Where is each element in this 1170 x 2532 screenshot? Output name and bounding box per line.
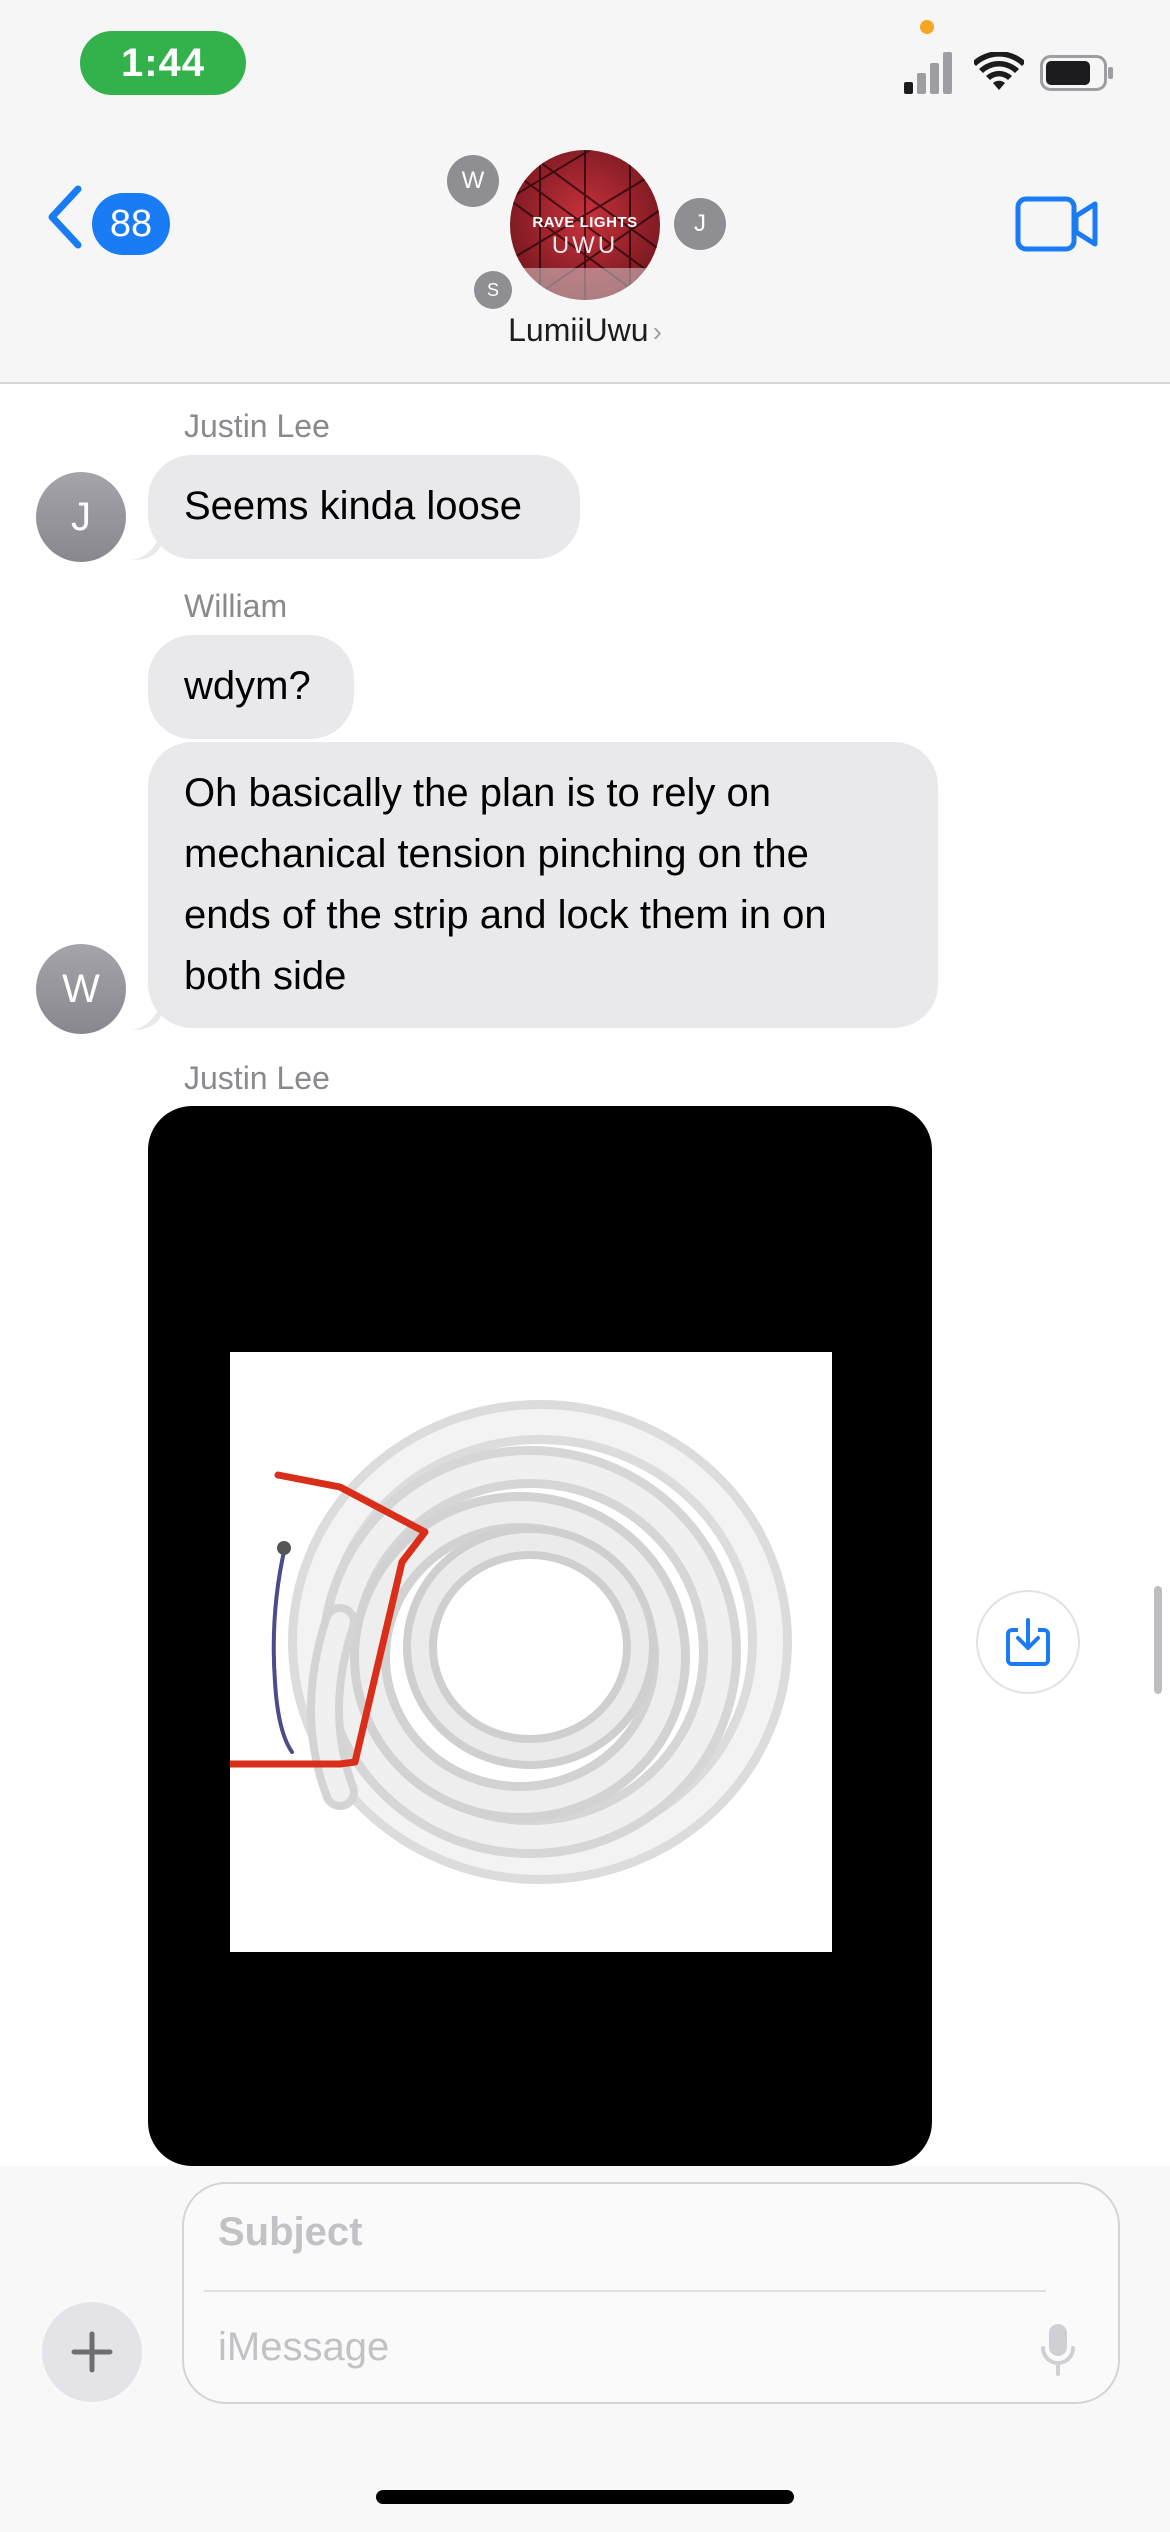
message-field[interactable]: iMessage <box>218 2325 389 2370</box>
attached-photo <box>216 1352 832 1952</box>
message-bubble[interactable]: wdym? <box>148 635 354 739</box>
message-bubble[interactable]: Oh basically the plan is to rely on mech… <box>148 742 938 1028</box>
wifi-icon <box>974 52 1024 90</box>
message-bubble[interactable]: Seems kinda loose <box>148 455 580 559</box>
group-name: LumiiUwu <box>508 312 649 348</box>
privacy-indicator-dot <box>920 20 934 34</box>
participant-avatar-j[interactable]: J <box>674 198 726 250</box>
plus-icon <box>71 2331 113 2373</box>
scrollbar-thumb[interactable] <box>1154 1586 1162 1694</box>
back-button[interactable] <box>44 185 84 249</box>
composer-divider <box>204 2290 1046 2292</box>
status-time[interactable]: 1:44 <box>80 31 246 95</box>
add-attachment-button[interactable] <box>42 2302 142 2402</box>
sender-name: Justin Lee <box>184 408 330 444</box>
sender-avatar[interactable]: W <box>36 944 126 1034</box>
home-indicator[interactable] <box>376 2490 794 2504</box>
group-avatar[interactable]: RAVE LIGHTS UWU <box>510 150 660 300</box>
participant-avatar-w[interactable]: W <box>447 155 499 207</box>
battery-icon <box>1040 55 1113 91</box>
subject-field[interactable]: Subject <box>218 2210 362 2255</box>
save-download-icon <box>1006 1618 1050 1666</box>
chevron-right-icon: › <box>652 316 662 347</box>
group-name-button[interactable]: LumiiUwu › <box>385 312 785 349</box>
chevron-left-icon <box>48 185 82 249</box>
participant-avatar-s[interactable]: S <box>474 271 512 309</box>
group-avatar-subtitle: UWU <box>551 232 619 259</box>
sender-name: William <box>184 588 288 624</box>
sender-avatar[interactable]: J <box>36 472 126 562</box>
microphone-icon[interactable] <box>1040 2322 1076 2378</box>
image-attachment[interactable] <box>148 1106 932 2166</box>
group-avatar-title: RAVE LIGHTS <box>532 214 638 231</box>
signal-icon <box>904 52 952 94</box>
save-image-button[interactable] <box>976 1590 1080 1694</box>
led-strip-coil-image <box>216 1400 792 1884</box>
sender-name: Justin Lee <box>184 1060 330 1096</box>
unread-count-badge[interactable]: 88 <box>92 193 170 255</box>
video-camera-icon[interactable] <box>1015 196 1099 252</box>
